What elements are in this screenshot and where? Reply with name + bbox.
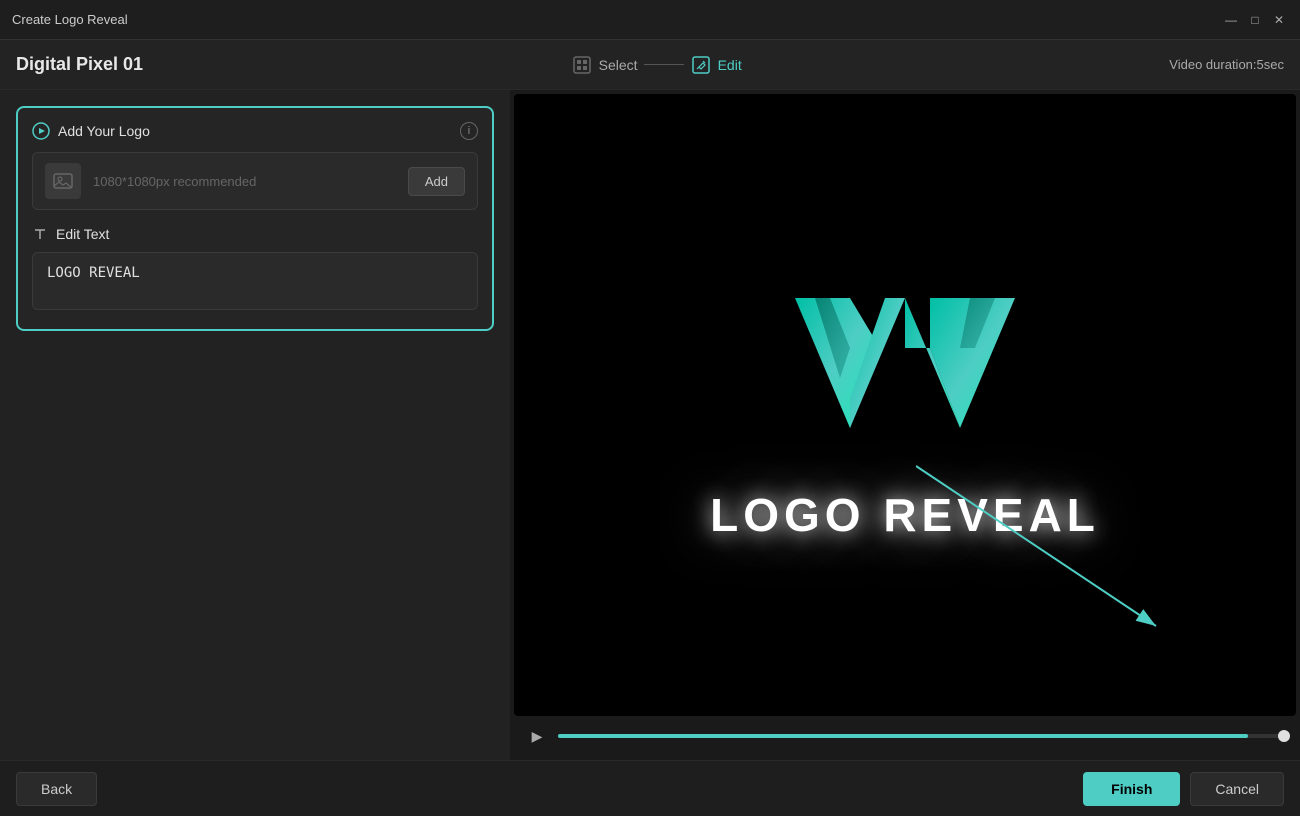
step-connector bbox=[644, 64, 684, 65]
window-controls: — □ ✕ bbox=[1222, 11, 1288, 29]
main-content: Add Your Logo i 1080*1080px recommended … bbox=[0, 90, 1300, 760]
edit-text-section: Edit Text LOGO REVEAL bbox=[32, 226, 478, 315]
project-name: Digital Pixel 01 bbox=[16, 54, 143, 75]
progress-fill bbox=[558, 734, 1248, 738]
add-logo-button[interactable]: Add bbox=[408, 167, 465, 196]
preview-logo-text: LOGO REVEAL bbox=[710, 488, 1100, 542]
window-title: Create Logo Reveal bbox=[12, 12, 128, 27]
top-bar: Digital Pixel 01 Select bbox=[0, 40, 1300, 90]
edit-step-label: Edit bbox=[718, 57, 742, 73]
add-logo-row: 1080*1080px recommended Add bbox=[32, 152, 478, 210]
logo-section-header: Add Your Logo i bbox=[32, 122, 478, 140]
play-circle-icon bbox=[32, 122, 50, 140]
logo-section-title: Add Your Logo bbox=[32, 122, 150, 140]
bottom-right-buttons: Finish Cancel bbox=[1083, 772, 1284, 806]
step-select[interactable]: Select bbox=[571, 54, 638, 76]
progress-track[interactable] bbox=[558, 734, 1284, 738]
edit-text-header: Edit Text bbox=[32, 226, 478, 242]
restore-button[interactable]: □ bbox=[1246, 11, 1264, 29]
select-step-icon bbox=[571, 54, 593, 76]
step-edit[interactable]: Edit bbox=[690, 54, 742, 76]
cancel-button[interactable]: Cancel bbox=[1190, 772, 1284, 806]
logo-preview-content: LOGO REVEAL bbox=[710, 268, 1100, 542]
preview-text-span: LOGO REVEAL bbox=[710, 489, 1100, 541]
logo-section-label: Add Your Logo bbox=[58, 123, 150, 139]
progress-thumb[interactable] bbox=[1278, 730, 1290, 742]
logo-placeholder-text: 1080*1080px recommended bbox=[93, 174, 396, 189]
left-panel: Add Your Logo i 1080*1080px recommended … bbox=[0, 90, 510, 760]
text-icon bbox=[32, 226, 48, 242]
finish-button[interactable]: Finish bbox=[1083, 772, 1180, 806]
title-bar-left: Create Logo Reveal bbox=[12, 12, 128, 27]
select-step-label: Select bbox=[599, 57, 638, 73]
playback-bar: ▶ bbox=[514, 716, 1296, 756]
close-icon: ✕ bbox=[1274, 13, 1284, 27]
edit-text-label: Edit Text bbox=[56, 226, 109, 242]
right-panel: LOGO REVEAL ▶ bbox=[510, 90, 1300, 760]
back-button[interactable]: Back bbox=[16, 772, 97, 806]
logo-svg bbox=[775, 268, 1035, 468]
video-duration: Video duration:5sec bbox=[1169, 57, 1284, 72]
step-indicator: Select Edit bbox=[571, 54, 742, 76]
logo-text-input[interactable]: LOGO REVEAL bbox=[32, 252, 478, 310]
minimize-button[interactable]: — bbox=[1222, 11, 1240, 29]
title-bar: Create Logo Reveal — □ ✕ bbox=[0, 0, 1300, 40]
edit-step-icon bbox=[690, 54, 712, 76]
close-button[interactable]: ✕ bbox=[1270, 11, 1288, 29]
preview-area: LOGO REVEAL bbox=[514, 94, 1296, 716]
logo-placeholder-icon bbox=[45, 163, 81, 199]
play-icon: ▶ bbox=[532, 728, 543, 745]
info-icon[interactable]: i bbox=[460, 122, 478, 140]
restore-icon: □ bbox=[1251, 13, 1258, 27]
logo-section: Add Your Logo i 1080*1080px recommended … bbox=[16, 106, 494, 331]
minimize-icon: — bbox=[1225, 13, 1237, 27]
play-button[interactable]: ▶ bbox=[526, 725, 548, 747]
bottom-bar: Back Finish Cancel bbox=[0, 760, 1300, 816]
